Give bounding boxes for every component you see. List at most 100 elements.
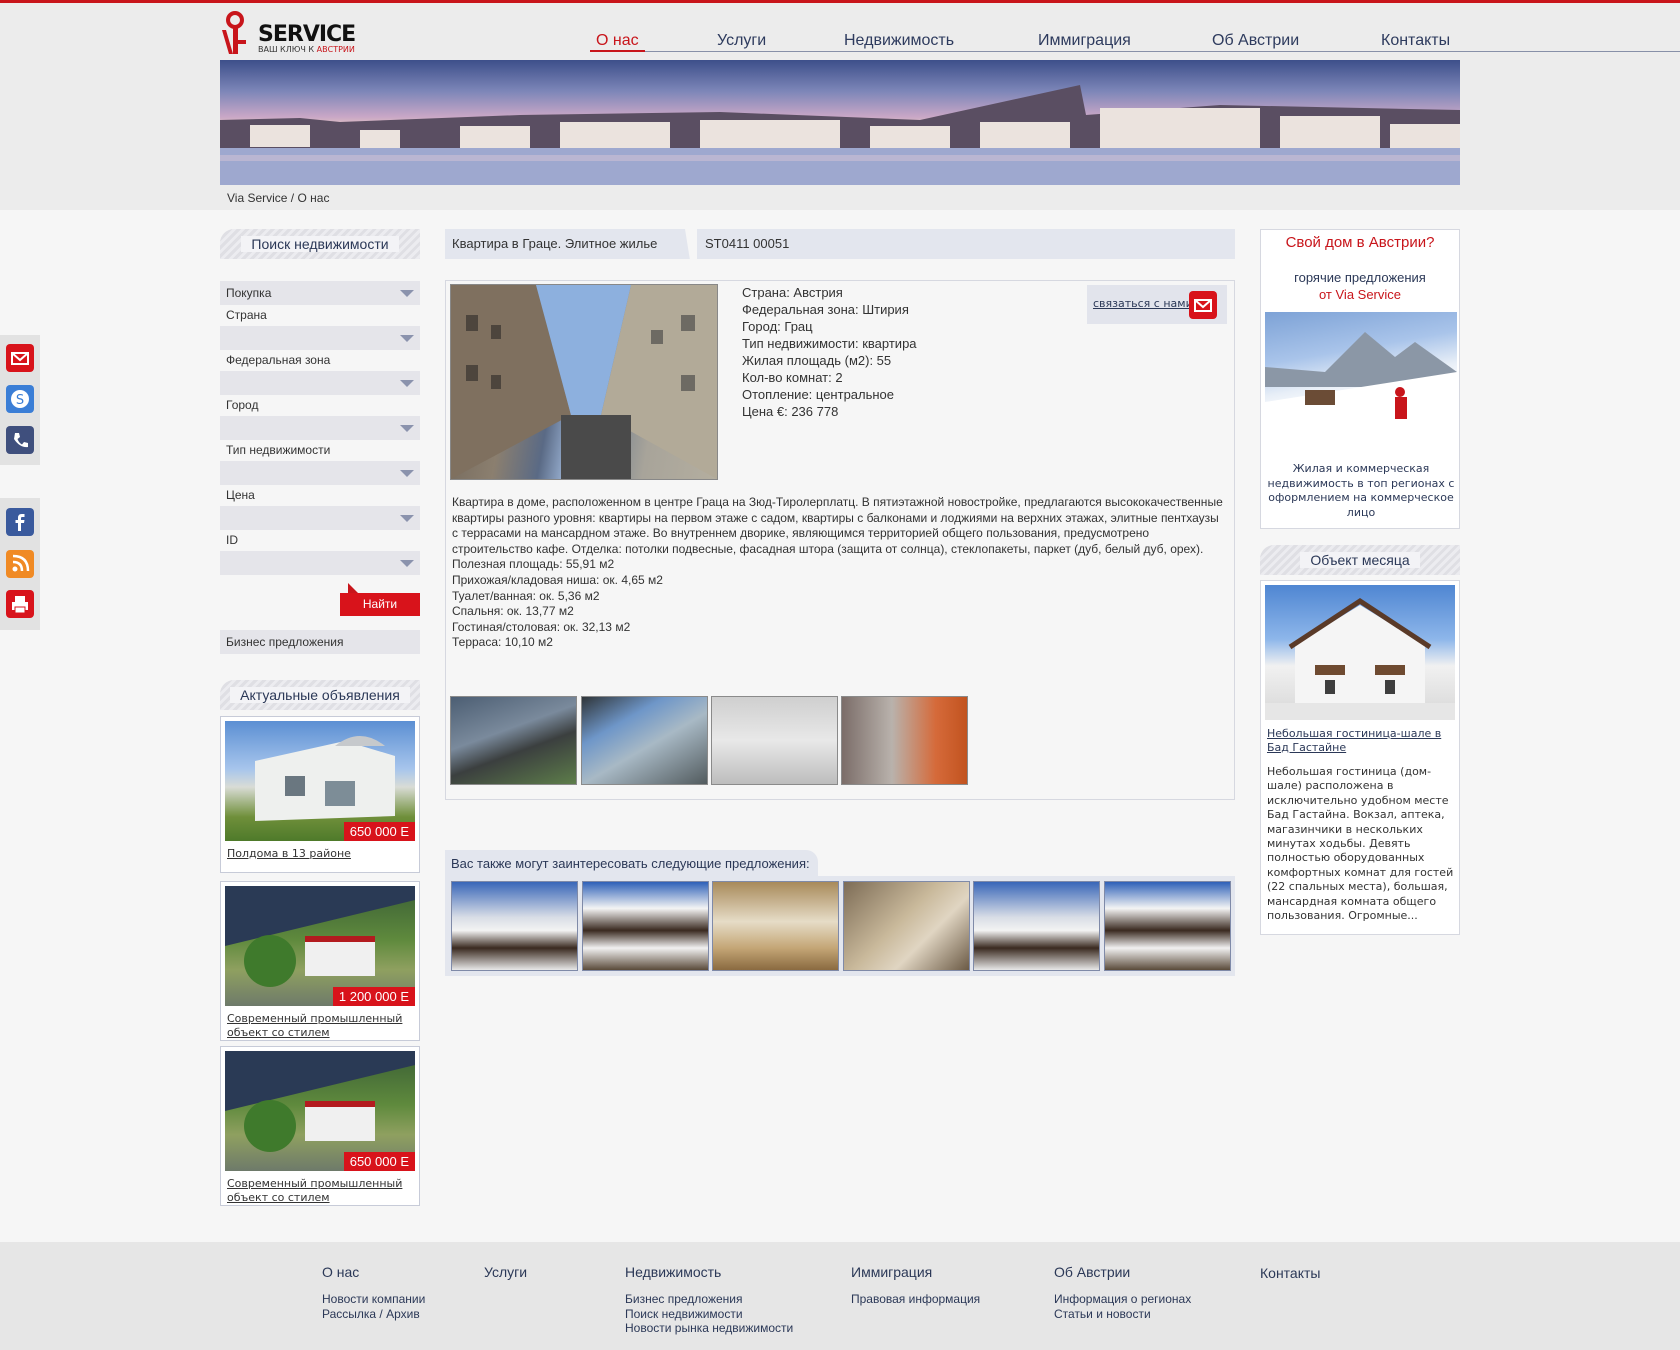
object-of-month-image[interactable] <box>1265 585 1455 720</box>
find-button[interactable]: Найти <box>340 583 420 616</box>
chevron-down-icon <box>400 560 414 567</box>
footer-link[interactable]: Рассылка / Архив <box>322 1307 425 1322</box>
gallery-thumbnail[interactable] <box>711 696 838 785</box>
related-offers-label: Вас также могут заинтересовать следующие… <box>445 850 818 876</box>
ad-price: 1 200 000 Е <box>332 987 415 1006</box>
chevron-down-icon <box>400 515 414 522</box>
area-line: Прихожая/кладовая ниша: ок. 4,65 м2 <box>452 572 663 587</box>
related-offer-thumbnail[interactable] <box>582 881 709 971</box>
listing-title-bar: Квартира в Граце. Элитное жилье ST0411 0… <box>445 229 1235 259</box>
rss-icon[interactable] <box>6 550 34 578</box>
object-of-month-box: Небольшая гостиница-шале в Бад Гастайне … <box>1260 580 1460 935</box>
footer-link[interactable]: Новости рынка недвижимости <box>625 1321 793 1336</box>
related-offer-thumbnail[interactable] <box>451 881 578 971</box>
mail-icon <box>1189 291 1217 319</box>
title-separator <box>685 229 697 259</box>
footer-link[interactable]: Статьи и новости <box>1054 1307 1191 1322</box>
property-type-select[interactable] <box>220 461 420 485</box>
promo-subtitle: горячие предложения <box>1294 270 1426 285</box>
property-type-label: Тип недвижимости <box>226 443 331 457</box>
related-offer-thumbnail[interactable] <box>1104 881 1231 971</box>
price-label: Цена <box>226 488 255 502</box>
related-offer-thumbnail[interactable] <box>843 881 970 971</box>
nav-item-austria[interactable]: Об Австрии <box>1212 32 1299 50</box>
ad-image: 650 000 Е <box>225 721 415 841</box>
gallery-thumbnail[interactable] <box>841 696 968 785</box>
contact-us-button[interactable]: связаться с нами <box>1087 285 1227 324</box>
nav-item-about[interactable]: О нас <box>590 32 645 52</box>
facebook-icon[interactable] <box>6 508 34 536</box>
nav-item-realty[interactable]: Недвижимость <box>844 32 954 50</box>
footer-heading[interactable]: Контакты <box>1260 1265 1320 1281</box>
promo-subtitle-brand: от Via Service <box>1318 287 1402 302</box>
ads-header: Актуальные объявления <box>220 680 420 710</box>
footer-heading[interactable]: Недвижимость <box>625 1264 793 1280</box>
related-offer-thumbnail[interactable] <box>973 881 1100 971</box>
footer-heading[interactable]: О нас <box>322 1264 425 1280</box>
listing-id: ST0411 00051 <box>705 236 790 251</box>
footer-col-immigration: Иммиграция Правовая информация <box>851 1264 980 1307</box>
prop-federal-zone: Федеральная зона: Штирия <box>742 302 909 317</box>
promo-image[interactable] <box>1265 312 1457 453</box>
object-of-month-link[interactable]: Небольшая гостиница-шале в Бад Гастайне <box>1267 727 1455 755</box>
promo-title: Свой дом в Австрии? <box>1285 234 1435 251</box>
footer-link[interactable]: Новости компании <box>322 1292 425 1307</box>
federal-zone-select[interactable] <box>220 371 420 395</box>
price-select[interactable] <box>220 506 420 530</box>
button-tab-decoration <box>348 583 358 593</box>
country-select[interactable] <box>220 326 420 350</box>
ad-card[interactable]: 1 200 000 Е Современный промышленный объ… <box>220 881 420 1041</box>
ad-price: 650 000 Е <box>343 822 415 841</box>
footer-heading[interactable]: Услуги <box>484 1264 527 1280</box>
description-text: Квартира в доме, расположенном в центре … <box>452 495 1223 556</box>
footer-col-about: О нас Новости компании Рассылка / Архив <box>322 1264 425 1321</box>
gallery-thumbnail[interactable] <box>450 696 577 785</box>
ad-price: 650 000 Е <box>343 1152 415 1171</box>
footer-heading[interactable]: Об Австрии <box>1054 1264 1191 1280</box>
footer-heading[interactable]: Иммиграция <box>851 1264 980 1280</box>
contact-share-bar: S <box>0 335 40 465</box>
footer: О нас Новости компании Рассылка / Архив … <box>0 1242 1680 1350</box>
print-icon[interactable] <box>6 590 34 618</box>
mail-icon[interactable] <box>6 344 34 372</box>
listing-title: Квартира в Граце. Элитное жилье <box>452 236 658 251</box>
gallery-thumbnail[interactable] <box>581 696 708 785</box>
site-logo[interactable]: SERVICE ВАШ КЛЮЧ К АВСТРИИ <box>220 8 356 58</box>
business-offers-link[interactable]: Бизнес предложения <box>220 630 420 654</box>
nav-item-contacts[interactable]: Контакты <box>1381 32 1450 50</box>
prop-heating: Отопление: центральное <box>742 387 895 402</box>
find-button-label: Найти <box>340 593 420 616</box>
footer-col-services: Услуги <box>484 1264 527 1292</box>
prop-type: Тип недвижимости: квартира <box>742 336 917 351</box>
id-select[interactable] <box>220 551 420 575</box>
listing-main-photo[interactable] <box>450 284 718 480</box>
skype-icon[interactable]: S <box>6 385 34 413</box>
phone-icon[interactable] <box>6 426 34 454</box>
chevron-down-icon <box>400 335 414 342</box>
deal-type-select[interactable]: Покупка <box>220 281 420 305</box>
footer-link[interactable]: Правовая информация <box>851 1292 980 1307</box>
ad-caption-link[interactable]: Современный промышленный объект со стиле… <box>225 1006 415 1040</box>
logo-tagline: ВАШ КЛЮЧ К АВСТРИИ <box>258 45 355 54</box>
prop-area: Жилая площадь (м2): 55 <box>742 353 892 368</box>
promo-box: Свой дом в Австрии? горячие предложения … <box>1260 229 1460 529</box>
object-of-month-header: Объект месяца <box>1260 545 1460 575</box>
logo-name: SERVICE <box>258 22 356 47</box>
footer-link[interactable]: Поиск недвижимости <box>625 1307 793 1322</box>
nav-item-services[interactable]: Услуги <box>717 32 766 50</box>
ad-caption-link[interactable]: Полдома в 13 районе <box>225 841 415 861</box>
ad-caption-link[interactable]: Современный промышленный объект со стиле… <box>225 1171 415 1205</box>
id-label: ID <box>226 533 238 547</box>
footer-link[interactable]: Бизнес предложения <box>625 1292 793 1307</box>
footer-link[interactable]: Информация о регионах <box>1054 1292 1191 1307</box>
ad-image: 650 000 Е <box>225 1051 415 1171</box>
prop-rooms: Кол-во комнат: 2 <box>742 370 843 385</box>
ad-card[interactable]: 650 000 Е Современный промышленный объек… <box>220 1046 420 1206</box>
related-offer-thumbnail[interactable] <box>712 881 839 971</box>
nav-item-immigration[interactable]: Иммиграция <box>1038 32 1131 50</box>
search-form: Покупка Страна Федеральная зона Город Ти… <box>220 281 420 575</box>
ad-card[interactable]: 650 000 Е Полдома в 13 районе <box>220 716 420 873</box>
city-select[interactable] <box>220 416 420 440</box>
area-line: Гостиная/столовая: ок. 32,13 м2 <box>452 619 631 634</box>
key-logo-icon <box>222 11 246 54</box>
